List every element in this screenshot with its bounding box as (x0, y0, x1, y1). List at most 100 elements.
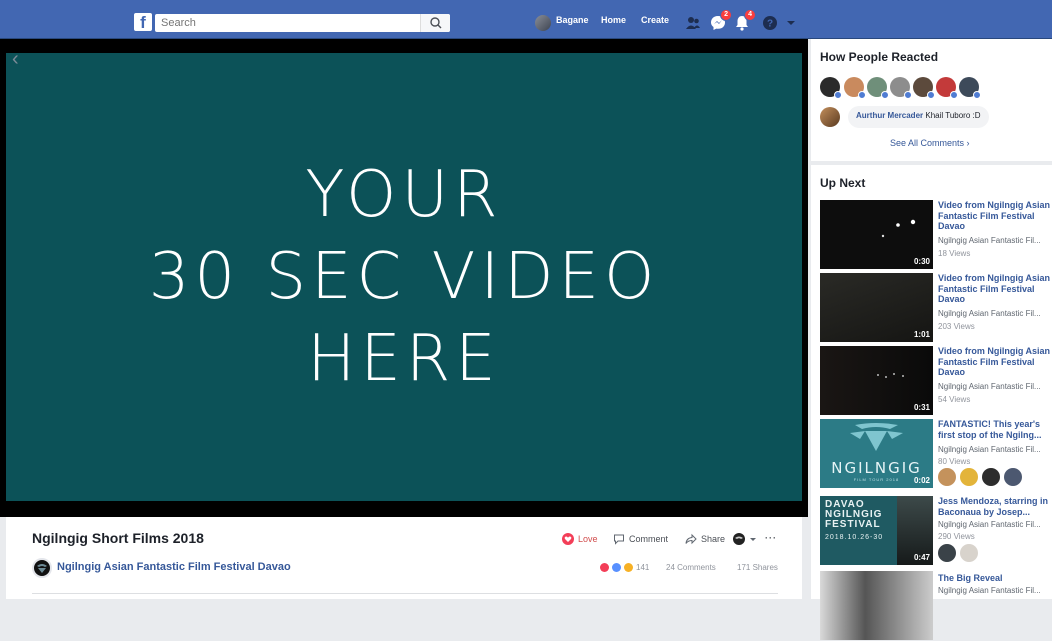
comment-author-link[interactable]: Aurthur Mercader (856, 111, 923, 120)
channel-name[interactable]: Ngilngig Asian Fantastic Fil... (938, 309, 1050, 318)
view-count: 54 Views (938, 395, 971, 404)
facebook-logo-icon[interactable]: f (134, 13, 152, 31)
comments-count-link[interactable]: 24 Comments (666, 563, 716, 572)
video-duration: 0:02 (913, 476, 930, 485)
top-comment[interactable]: Aurthur Mercader Khail Tuboro :D (848, 106, 989, 128)
channel-name[interactable]: Ngilngig Asian Fantastic Fil... (938, 586, 1050, 595)
reaction-love-icon (600, 563, 609, 572)
bird-logo-icon (850, 423, 903, 451)
reactor-avatar[interactable] (820, 77, 842, 99)
channel-name[interactable]: Ngilngig Asian Fantastic Fil... (938, 445, 1050, 454)
profile-link[interactable]: Bagane (556, 15, 589, 25)
overlay-line-3: HERE (307, 322, 501, 396)
comment-label: Comment (629, 534, 669, 544)
thumbnail-title: NGILNGIG (831, 459, 922, 477)
video-title-link[interactable]: Video from Ngilngig Asian Fantastic Film… (938, 273, 1050, 305)
video-title-link[interactable]: FANTASTIC! This year's first stop of the… (938, 419, 1050, 440)
chevron-down-icon (750, 538, 756, 541)
search-input[interactable] (155, 14, 450, 32)
messenger-icon[interactable]: 2 (709, 9, 732, 32)
channel-name[interactable]: Ngilngig Asian Fantastic Fil... (938, 236, 1050, 245)
reactions-panel: How People Reacted Aurthur Mercader Khai… (811, 39, 1052, 161)
see-all-comments-link[interactable]: See All Comments › (890, 138, 970, 148)
notifications-icon[interactable]: 4 (733, 9, 756, 32)
page-avatar-mini-icon (733, 533, 745, 545)
video-thumbnail[interactable]: 1:01 (820, 273, 933, 342)
home-link[interactable]: Home (601, 15, 626, 25)
love-button[interactable]: Love (562, 533, 598, 545)
comment-button[interactable]: Comment (613, 533, 668, 545)
comment-text: Khail Tuboro :D (925, 111, 981, 120)
reaction-summary[interactable]: 141 (600, 563, 649, 572)
chevron-right-icon: › (966, 138, 970, 148)
video-overlay-text: YOUR 30 SEC VIDEO HERE (6, 53, 802, 501)
reactor-avatar[interactable] (844, 77, 866, 99)
up-next-item[interactable]: 0:31 Video from Ngilngig Asian Fantastic… (820, 346, 1052, 416)
love-icon (562, 533, 574, 545)
reactor-avatar[interactable] (1004, 468, 1022, 486)
page-avatar[interactable] (32, 558, 52, 578)
help-icon[interactable]: ? (761, 14, 779, 32)
divider (32, 593, 778, 594)
thumbnail-date: 2018.10.26-30 (825, 534, 884, 541)
video-thumbnail[interactable]: NGILNGIG FILM TOUR 2018 0:02 (820, 419, 933, 488)
search-button[interactable] (420, 14, 450, 32)
share-label: Share (701, 534, 726, 544)
video-thumbnail[interactable] (820, 571, 933, 640)
post-as-selector[interactable] (733, 533, 757, 545)
up-next-item[interactable]: 0:30 Video from Ngilngig Asian Fantastic… (820, 200, 1052, 270)
view-count: 290 Views (938, 532, 975, 541)
up-next-item[interactable]: The Big Reveal Ngilngig Asian Fantastic … (820, 571, 1052, 641)
channel-name[interactable]: Ngilngig Asian Fantastic Fil... (938, 520, 1050, 529)
notifications-badge: 4 (744, 9, 756, 21)
comment-icon (614, 534, 624, 545)
video-info-panel: Ngilngig Short Films 2018 Ngilngig Asian… (6, 517, 802, 599)
video-title-link[interactable]: The Big Reveal (938, 573, 1050, 584)
reactor-avatar[interactable] (890, 77, 912, 99)
video-thumbnail[interactable]: 0:30 (820, 200, 933, 269)
video-duration: 0:30 (913, 257, 930, 266)
video-title-link[interactable]: Video from Ngilngig Asian Fantastic Film… (938, 200, 1050, 232)
view-count: 80 Views (938, 457, 971, 466)
video-title-link[interactable]: Jess Mendoza, starring in Baconaua by Jo… (938, 496, 1050, 517)
reactor-avatar[interactable] (938, 468, 956, 486)
reactor-avatar[interactable] (936, 77, 958, 99)
love-label: Love (578, 534, 598, 544)
reactor-avatar[interactable] (959, 77, 981, 99)
create-link[interactable]: Create (641, 15, 669, 25)
reactor-avatar[interactable] (938, 544, 956, 562)
account-menu-chevron-down-icon[interactable] (785, 14, 803, 32)
video-duration: 0:47 (913, 553, 930, 562)
video-title-link[interactable]: Video from Ngilngig Asian Fantastic Film… (938, 346, 1050, 378)
friend-requests-icon[interactable] (684, 14, 702, 32)
share-button[interactable]: Share (685, 533, 725, 545)
page-name-link[interactable]: Ngilngig Asian Fantastic Film Festival D… (57, 561, 291, 573)
share-icon (685, 533, 697, 545)
reaction-wow-icon (624, 563, 633, 572)
up-next-item[interactable]: 1:01 Video from Ngilngig Asian Fantastic… (820, 273, 1052, 343)
up-next-item[interactable]: DAVAO NGILNGIG FESTIVAL 2018.10.26-30 0:… (820, 496, 1052, 566)
video-thumbnail[interactable]: 0:31 (820, 346, 933, 415)
channel-name[interactable]: Ngilngig Asian Fantastic Fil... (938, 382, 1050, 391)
see-all-label: See All Comments (890, 138, 965, 148)
up-next-panel: Up Next 0:30 Video from Ngilngig Asian F… (811, 165, 1052, 640)
reactor-avatar[interactable] (960, 468, 978, 486)
top-navigation-bar: f Bagane Home Create 2 4 ? (0, 0, 1052, 39)
up-next-item[interactable]: NGILNGIG FILM TOUR 2018 0:02 FANTASTIC! … (820, 419, 1052, 489)
reactor-avatar[interactable] (960, 544, 978, 562)
reactor-avatar[interactable] (982, 468, 1000, 486)
reactor-avatar[interactable] (913, 77, 935, 99)
view-count: 203 Views (938, 322, 975, 331)
commenter-avatar[interactable] (820, 107, 840, 127)
video-thumbnail[interactable]: DAVAO NGILNGIG FESTIVAL 2018.10.26-30 0:… (820, 496, 933, 565)
reactor-avatar[interactable] (867, 77, 889, 99)
video-duration: 0:31 (913, 403, 930, 412)
more-options-icon[interactable]: ··· (765, 533, 777, 543)
messages-badge: 2 (720, 9, 732, 21)
reaction-like-icon (612, 563, 621, 572)
overlay-line-1: YOUR (305, 158, 503, 232)
search-icon (430, 17, 442, 29)
thumbnail-title: DAVAO NGILNGIG FESTIVAL (825, 499, 883, 530)
shares-count-link[interactable]: 171 Shares (737, 563, 778, 572)
user-avatar[interactable] (535, 15, 551, 31)
